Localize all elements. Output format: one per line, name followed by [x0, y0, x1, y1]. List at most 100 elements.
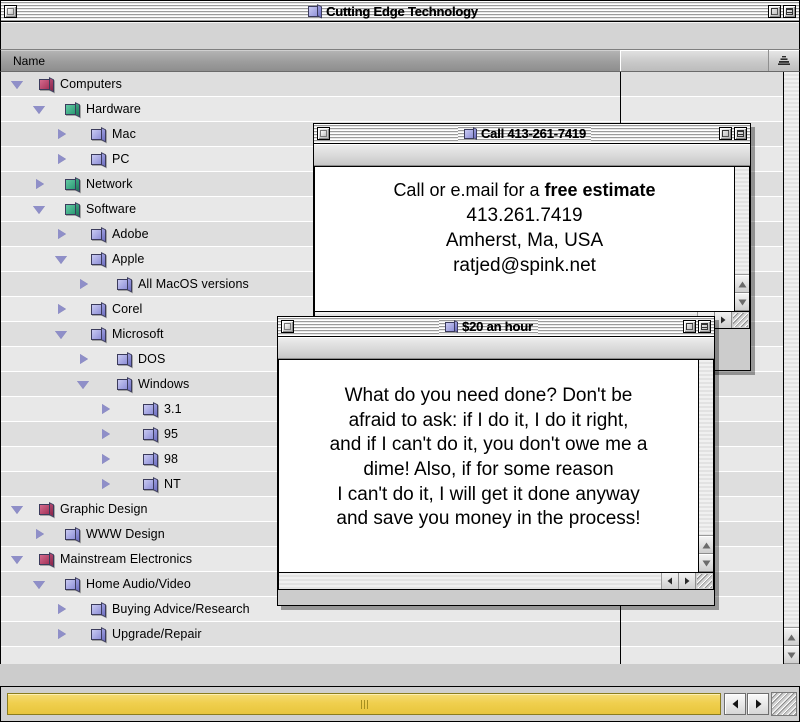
folder-blue-icon[interactable] — [64, 577, 80, 592]
disclosure-triangle-collapsed-icon[interactable] — [55, 128, 68, 141]
scroll-up-arrow-icon[interactable] — [699, 536, 713, 554]
hour-line-6: and save you money in the process! — [287, 507, 690, 532]
hour-horizontal-scrollbar[interactable] — [278, 573, 714, 590]
close-icon[interactable] — [4, 5, 17, 18]
folder-blue-icon[interactable] — [90, 602, 106, 617]
reverse-sort-order-icon[interactable] — [769, 50, 799, 71]
folder-blue-icon[interactable] — [116, 377, 132, 392]
hour-title-group: $20 an hour — [439, 319, 538, 334]
scroll-right-arrow-icon[interactable] — [679, 573, 696, 589]
call-vertical-scrollbar[interactable] — [734, 166, 750, 312]
call-titlebar-center: Call 413-261-7419 — [330, 124, 719, 143]
windowshade-icon[interactable] — [734, 127, 747, 140]
folder-blue-icon[interactable] — [142, 477, 158, 492]
horizontal-scrollbar[interactable] — [0, 686, 800, 722]
windowshade-icon[interactable] — [783, 5, 796, 18]
hour-titlebar-center: $20 an hour — [294, 317, 683, 336]
disclosure-triangle-collapsed-icon[interactable] — [55, 628, 68, 641]
folder-blue-icon[interactable] — [90, 227, 106, 242]
row-label: Computers — [60, 77, 122, 91]
disclosure-triangle-collapsed-icon[interactable] — [55, 153, 68, 166]
disclosure-triangle-expanded-icon[interactable] — [55, 253, 68, 266]
scroll-right-arrow-icon[interactable] — [715, 312, 732, 328]
disclosure-triangle-expanded-icon[interactable] — [11, 553, 24, 566]
table-row[interactable]: Hardware — [1, 97, 620, 122]
resize-grip-icon[interactable] — [771, 692, 797, 716]
scroll-up-arrow-icon[interactable] — [735, 275, 749, 293]
disclosure-triangle-expanded-icon[interactable] — [33, 103, 46, 116]
disclosure-triangle-expanded-icon[interactable] — [33, 203, 46, 216]
horizontal-scroll-thumb[interactable] — [7, 693, 721, 715]
disclosure-triangle-collapsed-icon[interactable] — [77, 353, 90, 366]
scroll-down-arrow-icon[interactable] — [784, 646, 799, 664]
folder-green-icon[interactable] — [64, 177, 80, 192]
disclosure-triangle-collapsed-icon[interactable] — [55, 228, 68, 241]
scroll-down-arrow-icon[interactable] — [735, 293, 749, 311]
table-row[interactable]: Upgrade/Repair — [1, 622, 620, 647]
folder-blue-icon[interactable] — [90, 327, 106, 342]
folder-blue-icon[interactable] — [90, 152, 106, 167]
zoom-icon[interactable] — [768, 5, 781, 18]
folder-blue-icon[interactable] — [64, 527, 80, 542]
zoom-icon[interactable] — [683, 320, 696, 333]
scroll-up-arrow-icon[interactable] — [784, 628, 799, 646]
titlebar-buttons — [768, 5, 796, 18]
folder-blue-icon[interactable] — [142, 452, 158, 467]
scroll-left-arrow-icon[interactable] — [724, 693, 746, 715]
folder-blue-icon[interactable] — [142, 402, 158, 417]
resize-grip-icon[interactable] — [732, 312, 749, 328]
folder-green-icon[interactable] — [64, 202, 80, 217]
hour-scroll-track[interactable] — [699, 360, 713, 536]
call-window-title: Call 413-261-7419 — [481, 126, 586, 141]
folder-blue-icon[interactable] — [90, 302, 106, 317]
hour-line-1: What do you need done? Don't be — [287, 384, 690, 409]
folder-blue-icon[interactable] — [116, 352, 132, 367]
table-row[interactable]: Computers — [1, 72, 620, 97]
folder-blue-icon[interactable] — [90, 127, 106, 142]
row-label: 95 — [164, 427, 178, 441]
resize-grip-icon[interactable] — [696, 573, 713, 589]
call-window-titlebar[interactable]: Call 413-261-7419 — [314, 124, 750, 144]
vertical-scroll-track[interactable] — [784, 72, 799, 628]
disclosure-triangle-expanded-icon[interactable] — [11, 503, 24, 516]
hour-titlebar-buttons — [683, 320, 711, 333]
folder-red-icon[interactable] — [38, 77, 54, 92]
hour-hscroll-track[interactable] — [279, 573, 662, 589]
hour-window-titlebar[interactable]: $20 an hour — [278, 317, 714, 337]
window-titlebar[interactable]: Cutting Edge Technology — [0, 0, 800, 22]
hour-vertical-scrollbar[interactable] — [698, 359, 714, 573]
disclosure-triangle-collapsed-icon[interactable] — [77, 278, 90, 291]
disclosure-triangle-collapsed-icon[interactable] — [33, 178, 46, 191]
scroll-left-arrow-icon[interactable] — [662, 573, 679, 589]
folder-blue-icon[interactable] — [116, 277, 132, 292]
disclosure-triangle-collapsed-icon[interactable] — [99, 453, 112, 466]
disclosure-triangle-expanded-icon[interactable] — [55, 328, 68, 341]
folder-blue-icon[interactable] — [90, 252, 106, 267]
windowshade-icon[interactable] — [698, 320, 711, 333]
vertical-scrollbar[interactable] — [783, 72, 799, 664]
disclosure-triangle-collapsed-icon[interactable] — [55, 603, 68, 616]
scroll-down-arrow-icon[interactable] — [699, 554, 713, 572]
close-icon[interactable] — [281, 320, 294, 333]
table-row-empty — [621, 647, 799, 664]
disclosure-triangle-expanded-icon[interactable] — [11, 78, 24, 91]
disclosure-triangle-expanded-icon[interactable] — [33, 578, 46, 591]
disclosure-triangle-collapsed-icon[interactable] — [99, 478, 112, 491]
disclosure-triangle-collapsed-icon[interactable] — [99, 428, 112, 441]
folder-blue-icon[interactable] — [90, 627, 106, 642]
call-scroll-track[interactable] — [735, 167, 749, 275]
scroll-right-arrow-icon[interactable] — [747, 693, 769, 715]
disclosure-triangle-collapsed-icon[interactable] — [33, 528, 46, 541]
column-header-name[interactable]: Name — [1, 50, 621, 71]
column-header-blank[interactable] — [621, 50, 769, 71]
disclosure-triangle-collapsed-icon[interactable] — [55, 303, 68, 316]
folder-green-icon[interactable] — [64, 102, 80, 117]
disclosure-triangle-collapsed-icon[interactable] — [99, 403, 112, 416]
folder-red-icon[interactable] — [38, 502, 54, 517]
zoom-icon[interactable] — [719, 127, 732, 140]
folder-red-icon[interactable] — [38, 552, 54, 567]
row-label: Mainstream Electronics — [60, 552, 192, 566]
close-icon[interactable] — [317, 127, 330, 140]
disclosure-triangle-expanded-icon[interactable] — [77, 378, 90, 391]
folder-blue-icon[interactable] — [142, 427, 158, 442]
